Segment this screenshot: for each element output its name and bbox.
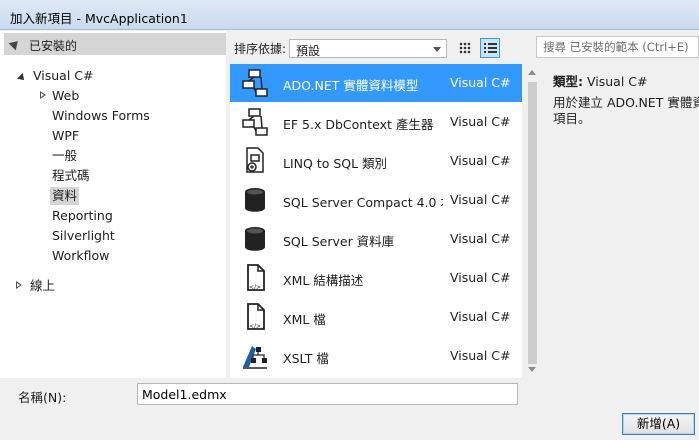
installed-label: 已安裝的	[29, 39, 78, 53]
description-line: 用於建立 ADO.NET 實體資	[553, 95, 699, 110]
list-item[interactable]: EF 5.x DbContext 產生器 Visual C#	[230, 103, 522, 141]
window-title: 加入新項目 - MvcApplication1	[10, 11, 188, 26]
xml-schema-file-icon: </>	[247, 264, 265, 291]
sort-toolbar: 排序依據: 預設	[226, 31, 526, 64]
list-view-icon	[484, 43, 497, 54]
item-name: XML 結構描述	[283, 273, 364, 288]
list-item[interactable]: XSLT 檔 Visual C#	[230, 337, 522, 375]
database-icon	[245, 188, 265, 212]
chevron-down-icon	[433, 47, 441, 52]
item-language: Visual C#	[450, 75, 511, 90]
tree-workflow[interactable]: Workflow	[52, 247, 109, 265]
tree-reporting[interactable]: Reporting	[52, 207, 113, 225]
tree-web[interactable]: Web	[52, 87, 79, 105]
item-name: ADO.NET 實體資料模型	[283, 78, 419, 93]
collapse-triangle-icon[interactable]	[8, 37, 22, 51]
template-tree-pane: 已安裝的 Visual C# Web Windows Forms WPF 一般 …	[0, 31, 226, 378]
sort-value: 預設	[296, 44, 321, 58]
tree-code[interactable]: 程式碼	[52, 167, 90, 185]
tree-silverlight[interactable]: Silverlight	[52, 227, 115, 245]
details-pane: 類型: Visual C# 用於建立 ADO.NET 實體資 項目。	[541, 64, 699, 378]
scroll-up-icon[interactable]	[528, 70, 536, 75]
ado-net-entity-model-icon	[242, 69, 268, 97]
tree-wpf[interactable]: WPF	[52, 127, 79, 145]
database-icon	[245, 227, 265, 251]
item-name: SQL Server 資料庫	[283, 234, 395, 249]
list-view-button[interactable]	[480, 38, 500, 58]
grid-view-button[interactable]	[455, 38, 475, 58]
scroll-down-icon[interactable]	[528, 367, 536, 372]
list-item[interactable]: SQL Server Compact 4.0 本... Visual C#	[230, 181, 522, 219]
xml-file-icon: </>	[247, 303, 265, 330]
item-language: Visual C#	[450, 114, 511, 129]
item-name: XML 檔	[283, 312, 326, 327]
xslt-file-icon	[243, 346, 267, 369]
template-list: ADO.NET 實體資料模型 Visual C# EF 5.x DbContex…	[230, 64, 522, 378]
sort-label: 排序依據:	[234, 42, 287, 56]
installed-header[interactable]: 已安裝的	[4, 33, 226, 55]
list-item[interactable]: LINQ to SQL 類別 Visual C#	[230, 142, 522, 180]
title-bar: 加入新項目 - MvcApplication1	[0, 0, 699, 30]
details-description: 用於建立 ADO.NET 實體資 項目。	[553, 95, 699, 127]
item-language: Visual C#	[450, 309, 511, 324]
type-value: Visual C#	[586, 74, 648, 89]
item-language: Visual C#	[450, 270, 511, 285]
sort-dropdown[interactable]: 預設	[289, 39, 447, 58]
list-item[interactable]: ADO.NET 實體資料模型 Visual C#	[230, 64, 522, 102]
list-scrollbar[interactable]	[524, 64, 541, 378]
tree-online[interactable]: 線上	[30, 277, 55, 295]
list-item[interactable]: </> XML 結構描述 Visual C#	[230, 259, 522, 297]
type-label: 類型:	[553, 74, 583, 89]
item-name: LINQ to SQL 類別	[283, 156, 388, 171]
item-name: SQL Server Compact 4.0 本...	[283, 195, 443, 210]
footer: 名稱(N): 新增(A)	[0, 378, 699, 440]
description-line: 項目。	[553, 111, 591, 126]
scroll-thumb[interactable]	[528, 82, 537, 364]
item-language: Visual C#	[450, 231, 511, 246]
linq-to-sql-icon	[246, 147, 264, 173]
grid-view-icon	[459, 42, 471, 54]
tree-general[interactable]: 一般	[52, 147, 77, 165]
tree-data[interactable]: 資料	[50, 187, 80, 205]
list-item[interactable]: SQL Server 資料庫 Visual C#	[230, 220, 522, 258]
tree-windows-forms[interactable]: Windows Forms	[52, 107, 150, 125]
name-label: 名稱(N):	[18, 390, 67, 405]
add-button[interactable]: 新增(A)	[622, 413, 695, 435]
collapsed-arrow-icon[interactable]	[40, 91, 46, 99]
details-type: 類型: Visual C#	[553, 71, 647, 90]
list-item[interactable]: </> XML 檔 Visual C#	[230, 298, 522, 336]
item-language: Visual C#	[450, 348, 511, 363]
item-language: Visual C#	[450, 192, 511, 207]
svg-text:</>: </>	[249, 323, 261, 330]
tree-visual-csharp[interactable]: Visual C#	[33, 67, 94, 85]
search-box[interactable]	[536, 36, 699, 58]
name-field[interactable]	[137, 383, 518, 405]
collapsed-arrow-icon[interactable]	[16, 281, 22, 289]
item-language: Visual C#	[450, 153, 511, 168]
item-name: XSLT 檔	[283, 351, 329, 366]
item-name: EF 5.x DbContext 產生器	[283, 117, 434, 132]
svg-text:</>: </>	[249, 284, 261, 291]
expand-arrow-icon[interactable]	[17, 73, 27, 83]
search-input[interactable]	[537, 37, 697, 57]
dbcontext-generator-icon	[242, 108, 268, 136]
